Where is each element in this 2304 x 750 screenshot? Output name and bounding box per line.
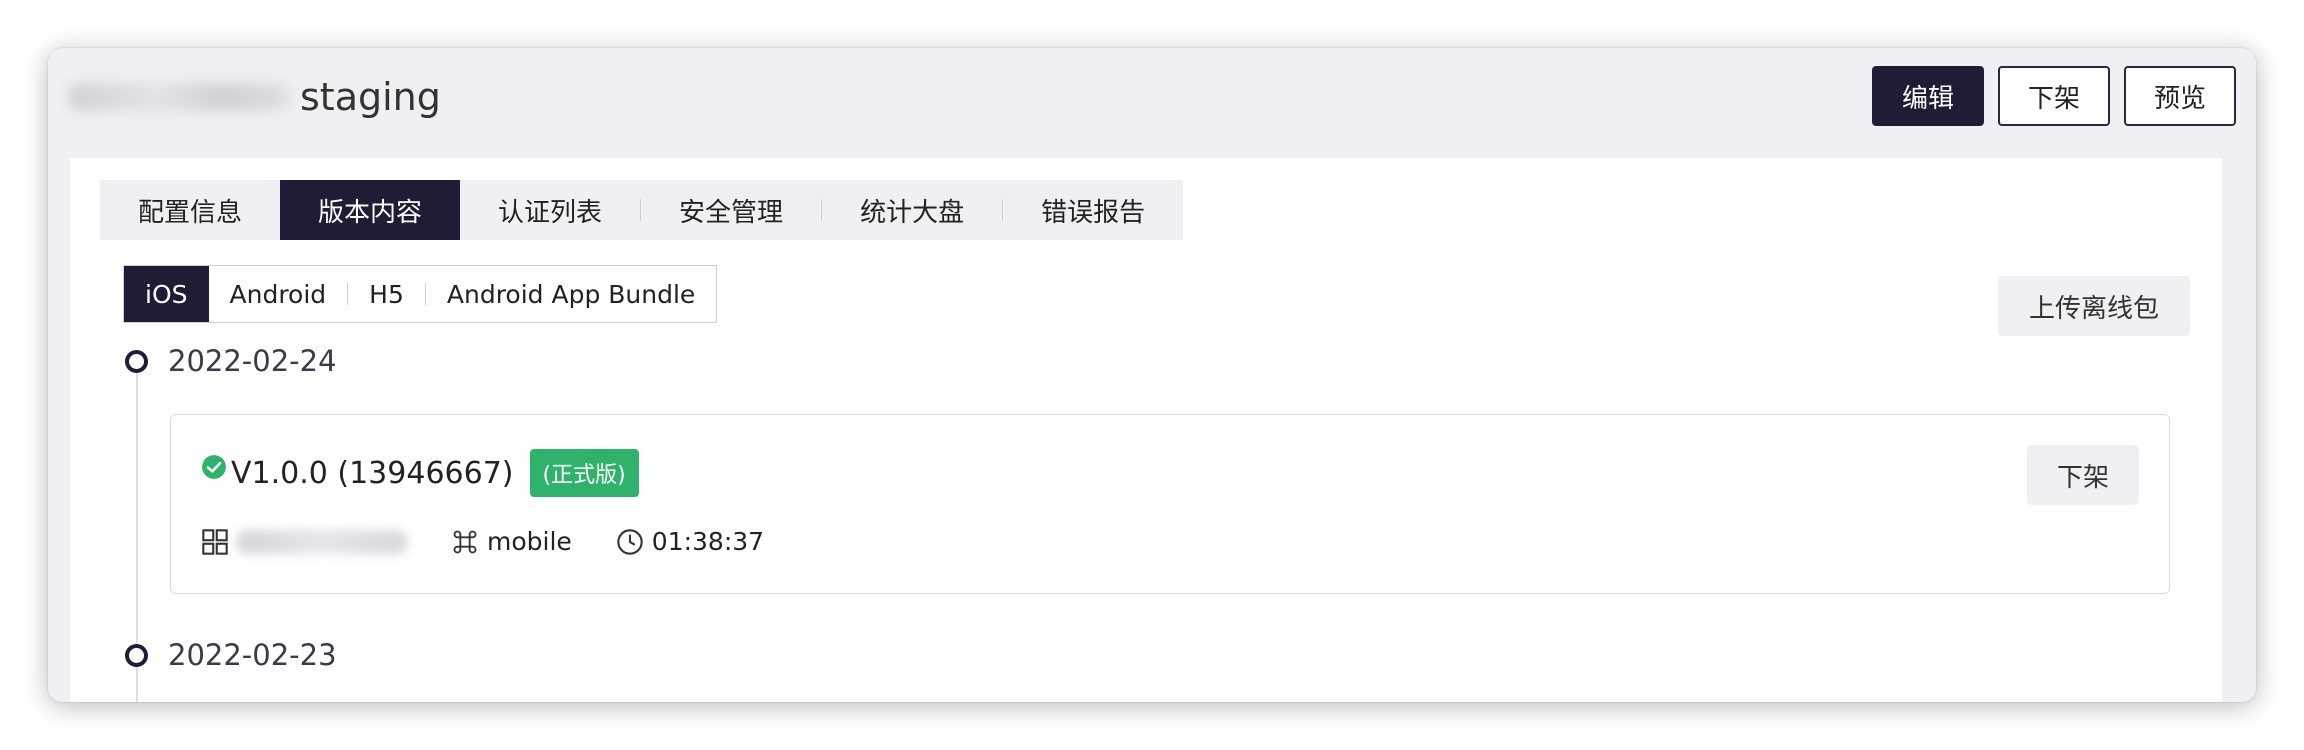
redacted-app-id <box>237 529 407 554</box>
content-panel: 配置信息 版本内容 认证列表 安全管理 统计大盘 错误报告 iOS Androi… <box>70 158 2222 702</box>
meta-time: 01:38:37 <box>616 527 764 556</box>
main-tabs: 配置信息 版本内容 认证列表 安全管理 统计大盘 错误报告 <box>100 180 1184 240</box>
release-card: V1.0.0 (13946667) (正式版) 下架 mobile 01:38:… <box>170 414 2170 594</box>
release-unpublish-button[interactable]: 下架 <box>2027 445 2139 505</box>
meta-app <box>201 528 407 556</box>
check-circle-icon <box>202 455 226 479</box>
tab-config[interactable]: 配置信息 <box>100 180 280 240</box>
tab-error-report[interactable]: 错误报告 <box>1003 180 1183 240</box>
release-time: 01:38:37 <box>651 527 765 556</box>
release-tag: mobile <box>487 527 572 556</box>
timeline-date: 2022-02-24 <box>168 344 337 378</box>
release-header: V1.0.0 (13946667) (正式版) <box>201 449 639 497</box>
tab-version-content[interactable]: 版本内容 <box>280 180 461 240</box>
platform-ios[interactable]: iOS <box>124 266 209 322</box>
edit-button[interactable]: 编辑 <box>1871 66 1984 126</box>
clock-icon <box>617 528 643 555</box>
timeline-date: 2022-02-23 <box>168 638 337 672</box>
header-actions: 编辑 下架 预览 <box>1871 66 2236 126</box>
timeline-dot <box>125 644 148 667</box>
command-icon <box>453 530 477 553</box>
app-window: staging 编辑 下架 预览 配置信息 版本内容 认证列表 安全管理 统计大… <box>48 48 2256 702</box>
platform-switcher: iOS Android H5 Android App Bundle <box>123 265 718 323</box>
preview-button[interactable]: 预览 <box>2123 66 2236 126</box>
redacted-app-name <box>68 83 290 111</box>
tab-security[interactable]: 安全管理 <box>641 180 821 240</box>
page-title: staging <box>68 70 441 124</box>
timeline-dot <box>125 350 148 373</box>
tab-statistics[interactable]: 统计大盘 <box>822 180 1002 240</box>
release-meta: mobile 01:38:37 <box>201 527 808 556</box>
grid-icon <box>202 528 228 555</box>
tab-auth-list[interactable]: 认证列表 <box>460 180 640 240</box>
platform-android-app-bundle[interactable]: Android App Bundle <box>426 266 716 322</box>
meta-tag: mobile <box>451 527 572 556</box>
platform-h5[interactable]: H5 <box>348 266 425 322</box>
release-version: V1.0.0 (13946667) <box>231 455 514 491</box>
upload-offline-package-button[interactable]: 上传离线包 <box>1998 276 2190 336</box>
unpublish-button[interactable]: 下架 <box>1997 66 2110 126</box>
page-title-suffix: staging <box>300 75 441 119</box>
release-badge: (正式版) <box>529 449 639 497</box>
platform-android[interactable]: Android <box>209 266 348 322</box>
